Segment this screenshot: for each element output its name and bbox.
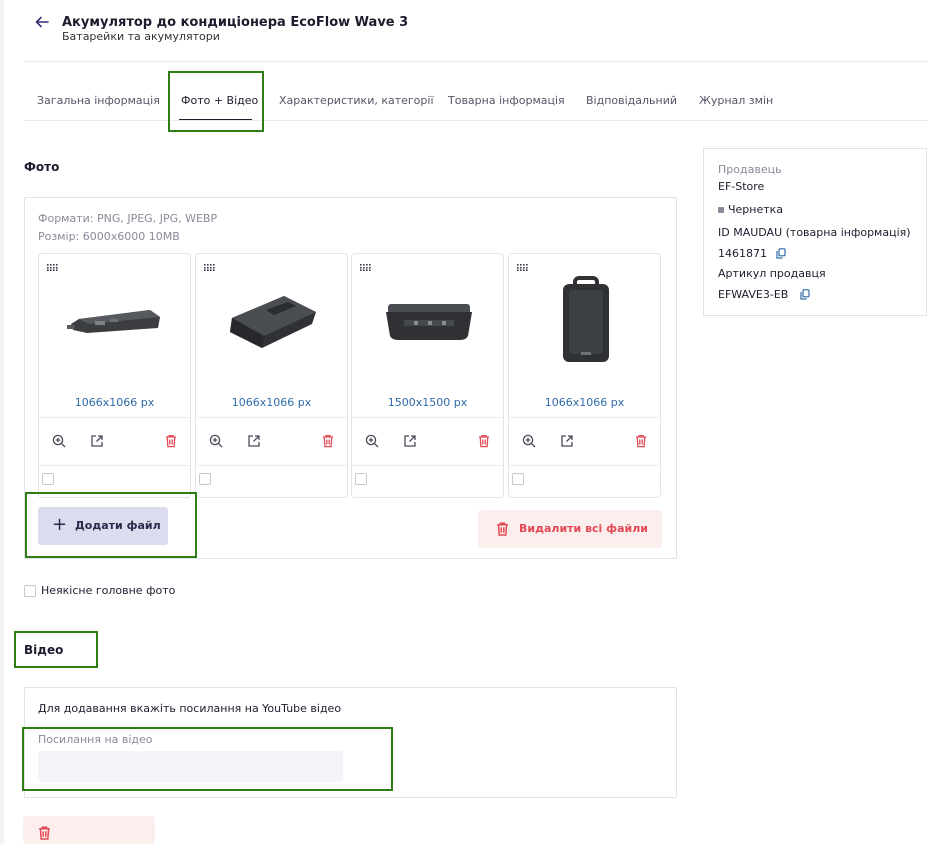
page-title: Акумулятор до кондиціонера EcoFlow Wave … (62, 15, 409, 30)
highlight-box-video-input (22, 727, 393, 791)
image-dimensions: 1500x1500 px (387, 396, 468, 409)
image-card[interactable]: 1066x1066 px (508, 253, 661, 498)
status-badge: Чернетка (728, 203, 784, 216)
delete-all-files-button[interactable]: Видалити всі файли (478, 510, 662, 548)
card-divider (509, 465, 660, 466)
photo-section-title: Фото (24, 160, 60, 174)
card-divider (352, 465, 503, 466)
status-dot-icon (718, 207, 724, 213)
trash-icon (497, 522, 508, 536)
card-divider (509, 417, 660, 418)
trash-icon[interactable] (477, 434, 491, 448)
video-hint: Для додавання вкажіть посилання на YouTu… (38, 702, 342, 715)
copy-icon[interactable] (776, 248, 786, 259)
product-image-battery-upright (563, 276, 609, 362)
zoom-in-icon[interactable] (209, 434, 223, 448)
left-edge-strip (0, 0, 4, 844)
maudau-id-value: 1461871 (718, 247, 767, 260)
image-dimensions: 1066x1066 px (544, 396, 625, 409)
photo-size: Розмір: 6000x6000 10MB (38, 230, 180, 243)
zoom-in-icon[interactable] (522, 434, 536, 448)
header-divider (24, 61, 928, 62)
trash-icon[interactable] (634, 434, 648, 448)
low-quality-main-photo-label: Неякісне головне фото (41, 584, 176, 597)
card-divider (196, 465, 347, 466)
image-select-checkbox[interactable] (199, 473, 211, 485)
trash-icon (39, 826, 50, 840)
image-select-checkbox[interactable] (512, 473, 524, 485)
product-image-battery-angled (230, 296, 316, 348)
low-quality-main-photo-checkbox[interactable] (24, 585, 36, 597)
image-dimensions: 1066x1066 px (74, 396, 155, 409)
tab-product-info[interactable]: Товарна інформація (448, 94, 565, 107)
drag-handle-icon[interactable] (47, 264, 58, 271)
seller-info-card: Продавець EF-Store Чернетка ID MAUDAU (т… (703, 148, 927, 316)
back-arrow-icon[interactable] (34, 14, 52, 32)
page-subtitle: Батарейки та акумулятори (62, 30, 220, 43)
highlight-box-video-title (14, 631, 98, 668)
zoom-in-icon[interactable] (365, 434, 379, 448)
maudau-id-label: ID MAUDAU (товарна інформація) (718, 226, 911, 239)
photo-formats: Формати: PNG, JPEG, JPG, WEBP (38, 212, 218, 225)
image-select-checkbox[interactable] (42, 473, 54, 485)
seller-sku-value: EFWAVE3-EB (718, 288, 789, 301)
tab-general-info[interactable]: Загальна інформація (37, 94, 160, 107)
copy-icon[interactable] (800, 289, 810, 300)
product-image-battery-front (386, 304, 472, 340)
drag-handle-icon[interactable] (204, 264, 215, 271)
drag-handle-icon[interactable] (360, 264, 371, 271)
image-card[interactable]: 1500x1500 px (351, 253, 504, 498)
highlight-box-tab (168, 71, 264, 132)
image-dimensions: 1066x1066 px (231, 396, 312, 409)
zoom-in-icon[interactable] (52, 434, 66, 448)
card-divider (39, 417, 190, 418)
tab-characteristics[interactable]: Характеристики, категорії (279, 94, 434, 107)
delete-video-button[interactable] (23, 816, 155, 844)
card-divider (196, 417, 347, 418)
open-external-icon[interactable] (403, 434, 417, 448)
card-divider (39, 465, 190, 466)
tabs-divider (24, 120, 928, 121)
seller-name: EF-Store (718, 180, 765, 193)
open-external-icon[interactable] (247, 434, 261, 448)
seller-sku-label: Артикул продавця (718, 267, 826, 280)
delete-all-files-label: Видалити всі файли (519, 522, 648, 535)
image-select-checkbox[interactable] (355, 473, 367, 485)
card-divider (352, 417, 503, 418)
trash-icon[interactable] (164, 434, 178, 448)
drag-handle-icon[interactable] (517, 264, 528, 271)
tab-change-log[interactable]: Журнал змін (699, 94, 773, 107)
seller-label: Продавець (718, 163, 782, 176)
image-card[interactable]: 1066x1066 px (38, 253, 191, 498)
trash-icon[interactable] (321, 434, 335, 448)
open-external-icon[interactable] (560, 434, 574, 448)
open-external-icon[interactable] (90, 434, 104, 448)
image-card[interactable]: 1066x1066 px (195, 253, 348, 498)
tab-responsible[interactable]: Відповідальний (586, 94, 677, 107)
highlight-box-add-file (25, 492, 197, 558)
product-image-battery-flat (67, 310, 160, 333)
